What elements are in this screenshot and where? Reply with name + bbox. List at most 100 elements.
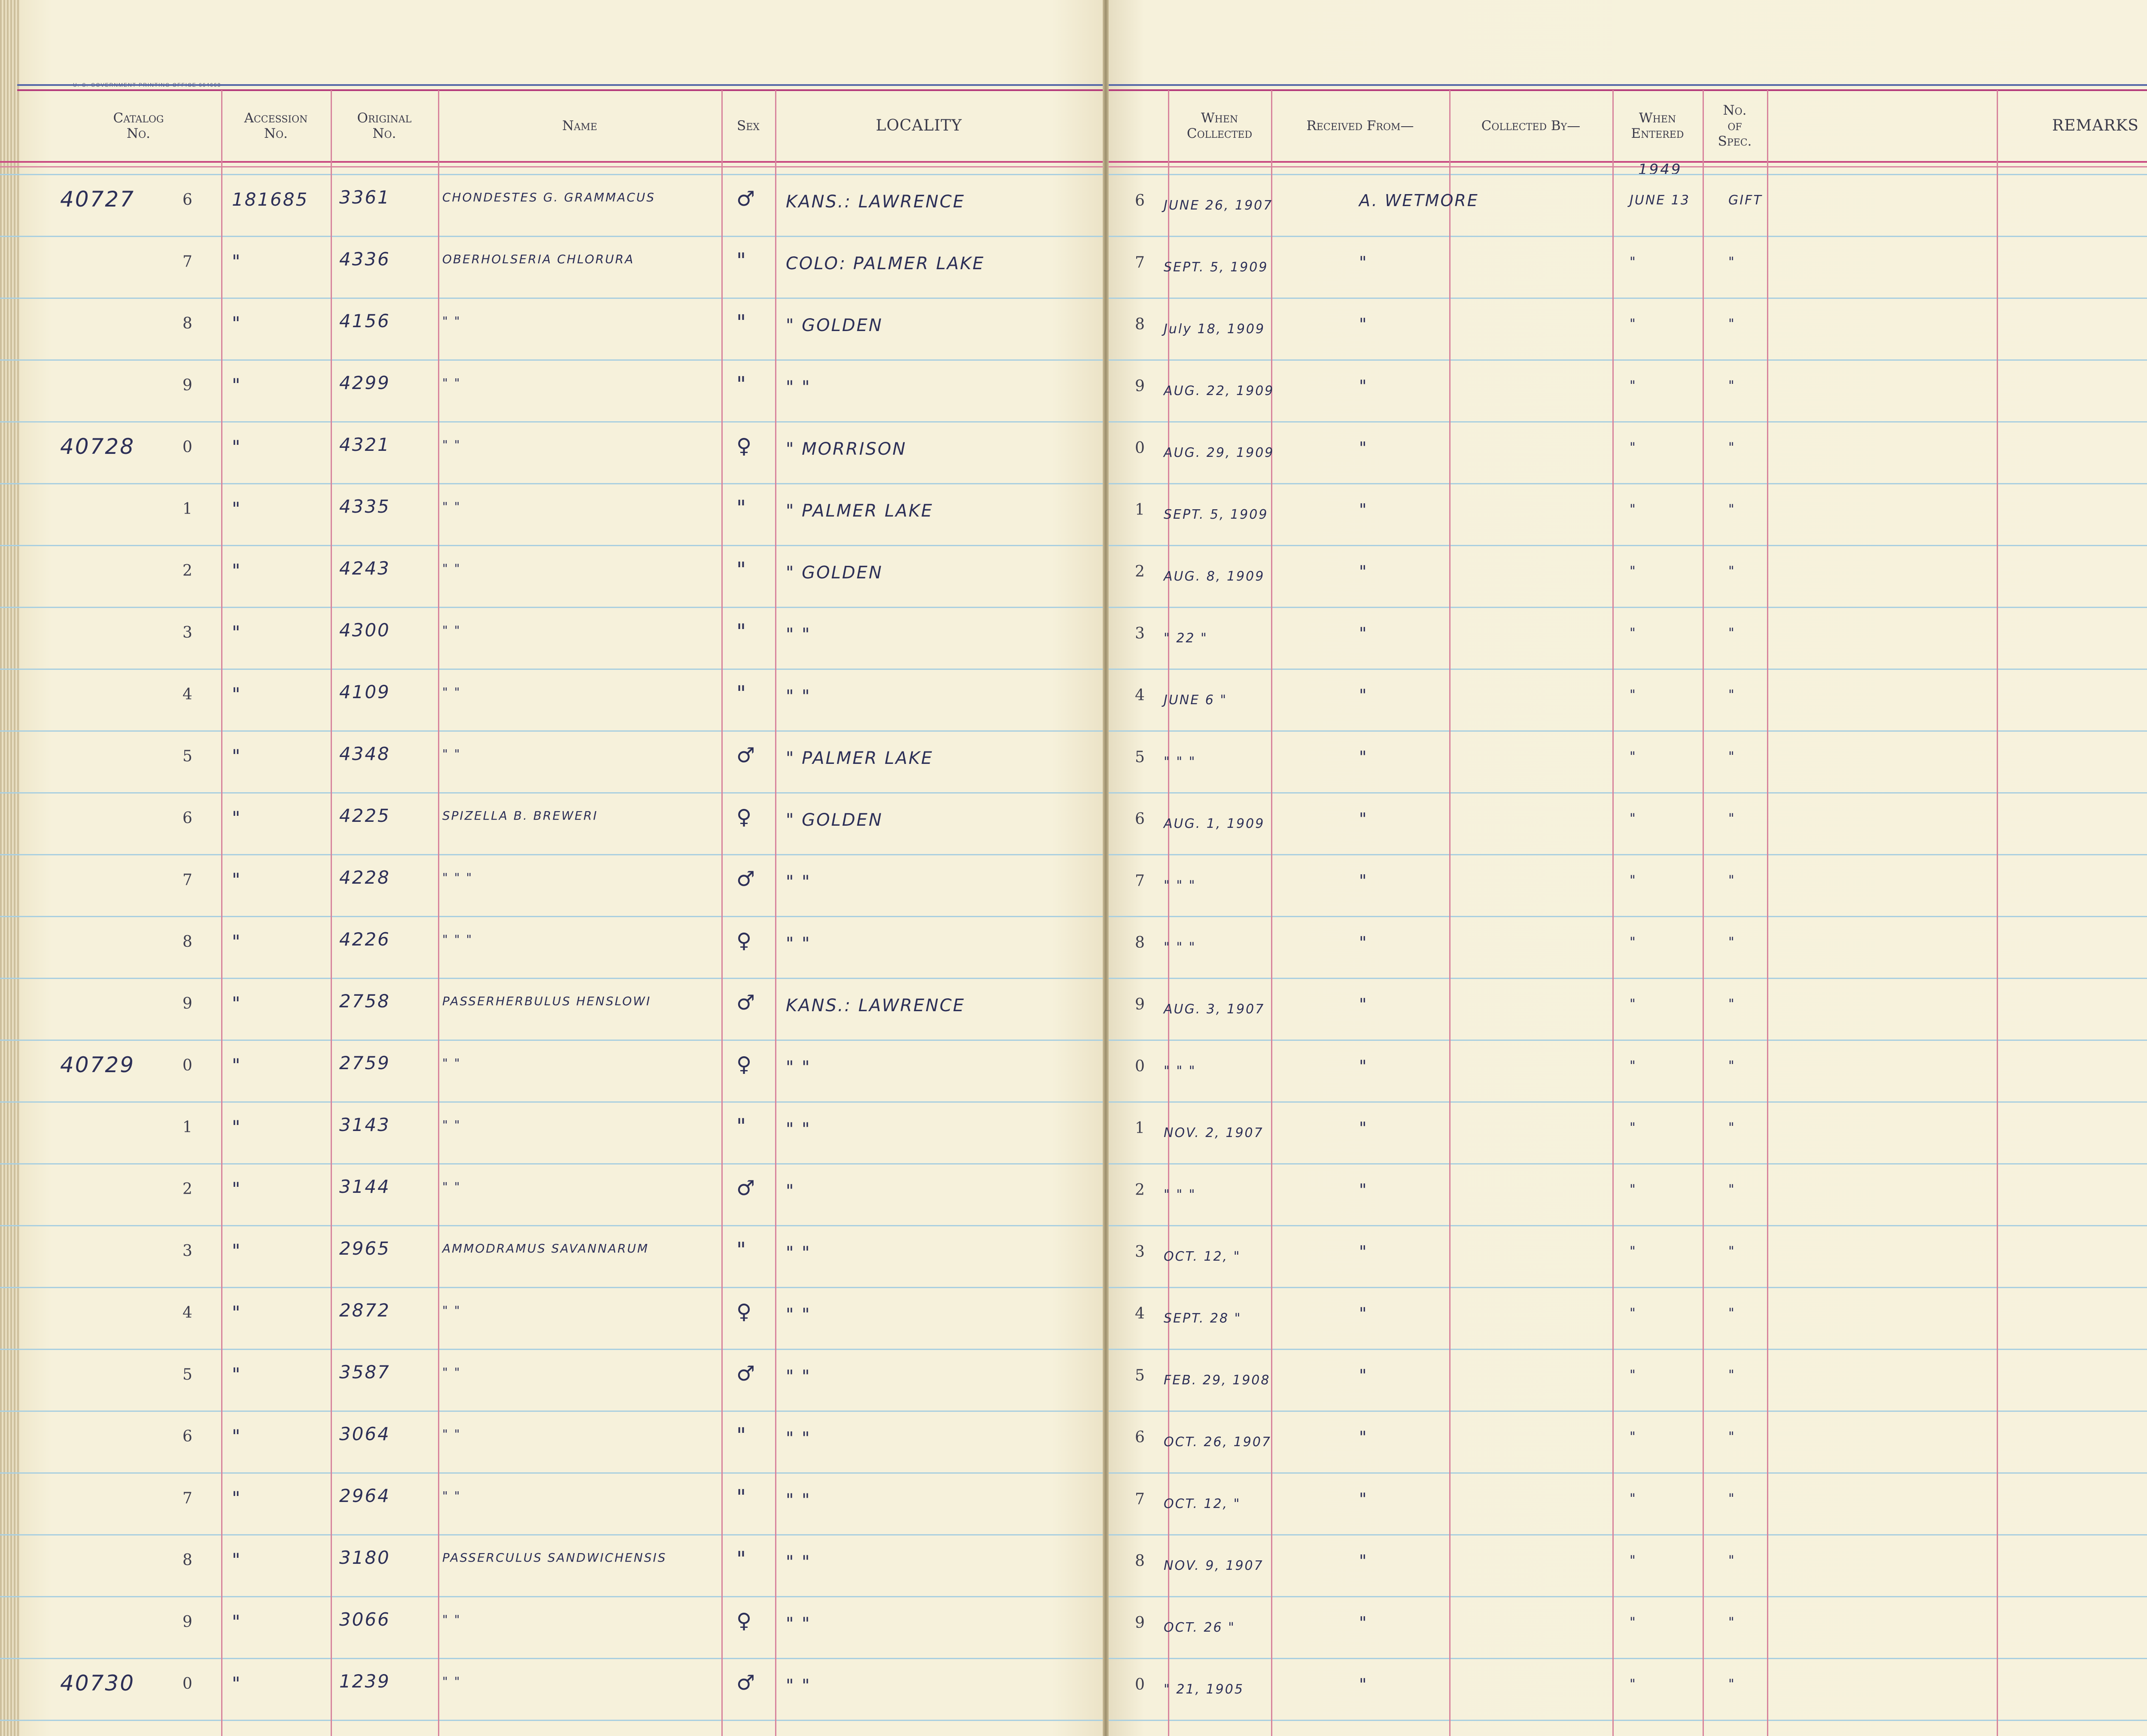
- ruled-line: [0, 298, 1106, 299]
- when-entered: ": [1630, 1244, 1637, 1259]
- ruled-line: [0, 236, 1106, 237]
- received-from: ": [1359, 315, 1368, 334]
- when-entered: ": [1630, 1058, 1637, 1073]
- row-digit: 0: [1135, 1676, 1145, 1693]
- original-no: 4348: [339, 743, 390, 764]
- accession-no: ": [232, 1549, 242, 1570]
- digit: 5: [182, 1366, 192, 1383]
- received-from: ": [1359, 933, 1368, 952]
- specimen-name: " ": [442, 314, 461, 328]
- ruled-line: [0, 1720, 1106, 1721]
- locality: ": [786, 1181, 795, 1201]
- header-original-no: Original No.: [357, 110, 412, 141]
- specimen-name: " ": [442, 1612, 461, 1627]
- row-digit: 0: [1135, 439, 1145, 457]
- ruled-line: [1106, 1596, 2147, 1597]
- digit: 3: [182, 624, 192, 641]
- ruled-line: [1106, 916, 2147, 917]
- accession-no: ": [232, 436, 242, 457]
- specimen-name: " ": [442, 685, 461, 699]
- when-collected: SEPT. 5, 1909: [1164, 507, 1268, 522]
- ruled-line: [1106, 174, 2147, 175]
- when-collected: FEB. 29, 1908: [1164, 1373, 1271, 1388]
- digit: 4: [182, 1304, 192, 1322]
- original-no: 1239: [339, 1671, 390, 1692]
- catalog-no: 40728: [60, 434, 135, 459]
- received-from: ": [1359, 500, 1368, 519]
- when-collected: NOV. 9, 1907: [1164, 1558, 1264, 1573]
- original-no: 3064: [339, 1423, 390, 1444]
- book-spine: [1103, 0, 1109, 1736]
- ruled-line: [0, 483, 1106, 484]
- specimen-name: " ": [442, 1427, 461, 1441]
- when-entered: ": [1630, 1553, 1637, 1568]
- specimen-name: SPIZELLA B. BREWERI: [442, 809, 598, 823]
- column-divider: [1997, 90, 1998, 1736]
- specimen-name: AMMODRAMUS SAVANNARUM: [442, 1241, 649, 1256]
- when-entered: ": [1630, 997, 1637, 1012]
- original-no: 2964: [339, 1485, 390, 1506]
- specimen-name: OBERHOLSERIA CHLORURA: [442, 252, 635, 266]
- digit: 2: [182, 1180, 192, 1198]
- ruled-line: [1106, 978, 2147, 979]
- sex: ♀: [736, 1052, 753, 1076]
- specimen-name: " " ": [442, 870, 473, 885]
- locality: " ": [786, 1614, 811, 1634]
- locality: " ": [786, 1119, 811, 1139]
- accession-no: ": [232, 684, 242, 705]
- digit: 8: [182, 315, 192, 332]
- when-entered: ": [1630, 1615, 1637, 1630]
- accession-no: ": [232, 745, 242, 766]
- accession-no: ": [232, 1178, 242, 1199]
- row-digit: 8: [1135, 1552, 1145, 1570]
- original-no: 4336: [339, 249, 390, 270]
- when-entered: ": [1630, 378, 1637, 393]
- when-entered: ": [1630, 749, 1637, 764]
- column-divider: [438, 90, 439, 1736]
- no-of-spec: ": [1728, 749, 1736, 764]
- sex: ♂: [736, 743, 757, 767]
- ruled-line: [0, 1225, 1106, 1226]
- row-digit: 6: [1135, 1429, 1145, 1446]
- when-collected: " " ": [1164, 754, 1196, 769]
- header-sex: Sex: [737, 118, 760, 134]
- when-entered: ": [1630, 626, 1637, 641]
- when-entered: ": [1630, 1306, 1637, 1321]
- no-of-spec: ": [1728, 1244, 1736, 1259]
- no-of-spec: ": [1728, 811, 1736, 826]
- no-of-spec: ": [1728, 1553, 1736, 1568]
- when-collected: SEPT. 28 ": [1164, 1311, 1242, 1326]
- original-no: 2965: [339, 1238, 390, 1259]
- no-of-spec: ": [1728, 1058, 1736, 1073]
- header-name: Name: [562, 118, 597, 134]
- ruled-line: [0, 1411, 1106, 1412]
- accession-no: ": [232, 1240, 242, 1261]
- column-divider: [1767, 90, 1768, 1736]
- header-bottom-rule-thin: [1106, 166, 2147, 167]
- sex: ": [736, 1485, 748, 1509]
- ruled-line: [0, 1040, 1106, 1041]
- when-collected: " " ": [1164, 940, 1196, 955]
- locality: " ": [786, 1243, 811, 1263]
- column-divider: [1703, 90, 1704, 1736]
- specimen-name: " ": [442, 438, 461, 452]
- left-page: U. S. GOVERNMENT PRINTING OFFICE 664663 …: [0, 0, 1106, 1736]
- specimen-name: " ": [442, 1674, 461, 1688]
- specimen-name: " ": [442, 1489, 461, 1503]
- sex: ♂: [736, 1671, 757, 1695]
- when-collected: OCT. 26, 1907: [1164, 1435, 1271, 1450]
- page-stack-edge: [0, 0, 20, 1736]
- row-digit: 9: [1135, 1614, 1145, 1632]
- accession-no: ": [232, 1611, 242, 1632]
- header-accession-no: Accession No.: [244, 110, 308, 141]
- header-received-from: Received From—: [1306, 118, 1414, 134]
- no-of-spec: ": [1728, 255, 1736, 270]
- no-of-spec: ": [1728, 502, 1736, 517]
- digit: 1: [182, 1119, 192, 1136]
- digit: 3: [182, 1242, 192, 1260]
- row-digit: 9: [1135, 996, 1145, 1013]
- digit: 0: [182, 1057, 192, 1074]
- sex: ♂: [736, 1176, 757, 1200]
- locality: " ": [786, 1367, 811, 1386]
- row-digit: 2: [1135, 1181, 1145, 1199]
